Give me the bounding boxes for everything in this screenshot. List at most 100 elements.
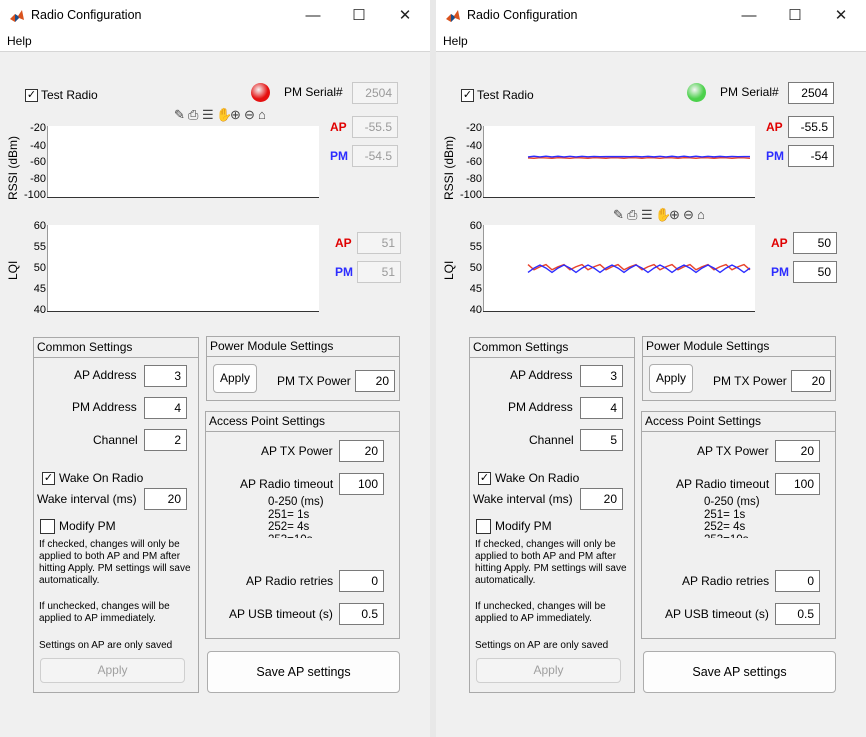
apply-common-button[interactable]: Apply	[40, 658, 185, 683]
zoom-out-icon[interactable]: ⊖	[683, 207, 694, 223]
ap-radio-retries-input[interactable]: 0	[775, 570, 820, 592]
wake-interval-label: Wake interval (ms)	[473, 492, 573, 506]
ap-usb-timeout-label: AP USB timeout (s)	[665, 607, 769, 621]
minimize-button[interactable]: —	[726, 0, 772, 31]
datatip-icon[interactable]: ⎙	[627, 207, 637, 223]
ap-usb-timeout-input[interactable]: 0.5	[775, 603, 820, 625]
lqi-tick: 50	[469, 262, 482, 274]
legend-icon[interactable]: ☰	[202, 107, 214, 123]
modify-pm-checkbox[interactable]	[40, 519, 55, 534]
wake-on-radio-checkbox[interactable]: ✓	[478, 472, 491, 485]
rssi-pm-label: PM	[766, 149, 784, 163]
apply-pm-button[interactable]: Apply	[213, 364, 257, 393]
test-radio-label: Test Radio	[477, 88, 534, 102]
lqi-axis-label: LQI	[442, 260, 456, 280]
wake-interval-label: Wake interval (ms)	[37, 492, 137, 506]
radio-config-window: Radio Configuration — ☐ ✕ Help ✓ Test Ra…	[0, 0, 430, 737]
maximize-button[interactable]: ☐	[772, 0, 818, 31]
wake-interval-input[interactable]: 20	[580, 488, 623, 510]
minimize-button[interactable]: —	[290, 0, 336, 31]
rssi-ap-field[interactable]: -55.5	[352, 116, 398, 138]
apply-pm-button[interactable]: Apply	[649, 364, 693, 393]
ap-address-input[interactable]: 3	[580, 365, 623, 387]
rssi-tick: -20	[30, 122, 46, 134]
lqi-tick: 50	[33, 262, 46, 274]
modify-pm-label: Modify PM	[59, 519, 116, 533]
rssi-pm-field[interactable]: -54	[788, 145, 834, 167]
lqi-plot[interactable]	[47, 225, 319, 312]
rssi-ap-field[interactable]: -55.5	[788, 116, 834, 138]
test-radio-checkbox[interactable]: ✓	[25, 89, 38, 102]
lqi-ap-label: AP	[771, 236, 788, 250]
timeout-help-line: 0-250 (ms)	[268, 496, 324, 508]
home-icon[interactable]: ⌂	[697, 207, 705, 222]
rssi-ap-label: AP	[330, 120, 347, 134]
lqi-ap-field[interactable]: 51	[357, 232, 401, 254]
access-point-settings-panel: Access Point Settings AP TX Power 20 AP …	[641, 411, 836, 639]
save-ap-settings-button[interactable]: Save AP settings	[207, 651, 400, 693]
ap-radio-timeout-input[interactable]: 100	[775, 473, 820, 495]
rssi-plot[interactable]	[47, 126, 319, 198]
ap-radio-timeout-label: AP Radio timeout	[240, 477, 334, 491]
lqi-tick: 55	[33, 241, 46, 253]
channel-input[interactable]: 5	[580, 429, 623, 451]
power-module-settings-title: Power Module Settings	[207, 337, 399, 357]
lqi-pm-field[interactable]: 50	[793, 261, 837, 283]
rssi-ap-series	[527, 156, 751, 160]
ap-address-input[interactable]: 3	[144, 365, 187, 387]
rssi-pm-field[interactable]: -54.5	[352, 145, 398, 167]
apply-common-button[interactable]: Apply	[476, 658, 621, 683]
ap-tx-power-input[interactable]: 20	[339, 440, 384, 462]
ap-tx-power-label: AP TX Power	[261, 444, 333, 458]
ap-radio-retries-input[interactable]: 0	[339, 570, 384, 592]
close-button[interactable]: ✕	[382, 0, 428, 31]
zoom-out-icon[interactable]: ⊖	[244, 107, 255, 123]
pm-serial-field[interactable]: 2504	[788, 82, 834, 104]
maximize-button[interactable]: ☐	[336, 0, 382, 31]
ap-tx-power-label: AP TX Power	[697, 444, 769, 458]
rssi-tick: -60	[30, 156, 46, 168]
menu-bar: Help	[0, 31, 430, 52]
brush-icon[interactable]: ✎	[613, 207, 624, 223]
save-ap-settings-button[interactable]: Save AP settings	[643, 651, 836, 693]
lqi-plot[interactable]	[483, 225, 755, 312]
close-button[interactable]: ✕	[818, 0, 864, 31]
rssi-plot[interactable]	[483, 126, 755, 198]
zoom-in-icon[interactable]: ⊕	[230, 107, 241, 123]
rssi-tick: -40	[466, 140, 482, 152]
lqi-ap-field[interactable]: 50	[793, 232, 837, 254]
pm-tx-power-input[interactable]: 20	[355, 370, 395, 392]
lqi-axis-label: LQI	[6, 260, 20, 280]
note-saved: Settings on AP are only saved	[39, 640, 173, 651]
rssi-tick: -80	[30, 173, 46, 185]
menu-help[interactable]: Help	[443, 34, 468, 48]
wake-on-radio-label: Wake On Radio	[59, 471, 144, 485]
note-checked: If checked, changes will only be applied…	[39, 539, 191, 586]
pm-serial-field[interactable]: 2504	[352, 82, 398, 104]
lqi-pm-field[interactable]: 51	[357, 261, 401, 283]
note-unchecked: If unchecked, changes will be applied to…	[39, 601, 170, 624]
pm-tx-power-input[interactable]: 20	[791, 370, 831, 392]
timeout-help-line: 253=10s	[268, 534, 368, 539]
note-saved: Settings on AP are only saved	[475, 640, 609, 651]
wake-on-radio-checkbox[interactable]: ✓	[42, 472, 55, 485]
legend-icon[interactable]: ☰	[641, 207, 653, 223]
home-icon[interactable]: ⌂	[258, 107, 266, 122]
pm-address-label: PM Address	[72, 400, 137, 414]
pm-address-input[interactable]: 4	[580, 397, 623, 419]
pm-address-input[interactable]: 4	[144, 397, 187, 419]
lqi-tick: 60	[33, 220, 46, 232]
channel-input[interactable]: 2	[144, 429, 187, 451]
datatip-icon[interactable]: ⎙	[188, 107, 198, 123]
ap-tx-power-input[interactable]: 20	[775, 440, 820, 462]
ap-radio-timeout-input[interactable]: 100	[339, 473, 384, 495]
access-point-settings-title: Access Point Settings	[206, 412, 399, 432]
modify-pm-checkbox[interactable]	[476, 519, 491, 534]
zoom-in-icon[interactable]: ⊕	[669, 207, 680, 223]
test-radio-checkbox[interactable]: ✓	[461, 89, 474, 102]
brush-icon[interactable]: ✎	[174, 107, 185, 123]
wake-interval-input[interactable]: 20	[144, 488, 187, 510]
ap-usb-timeout-input[interactable]: 0.5	[339, 603, 384, 625]
rssi-tick: -100	[23, 189, 46, 201]
menu-help[interactable]: Help	[7, 34, 32, 48]
